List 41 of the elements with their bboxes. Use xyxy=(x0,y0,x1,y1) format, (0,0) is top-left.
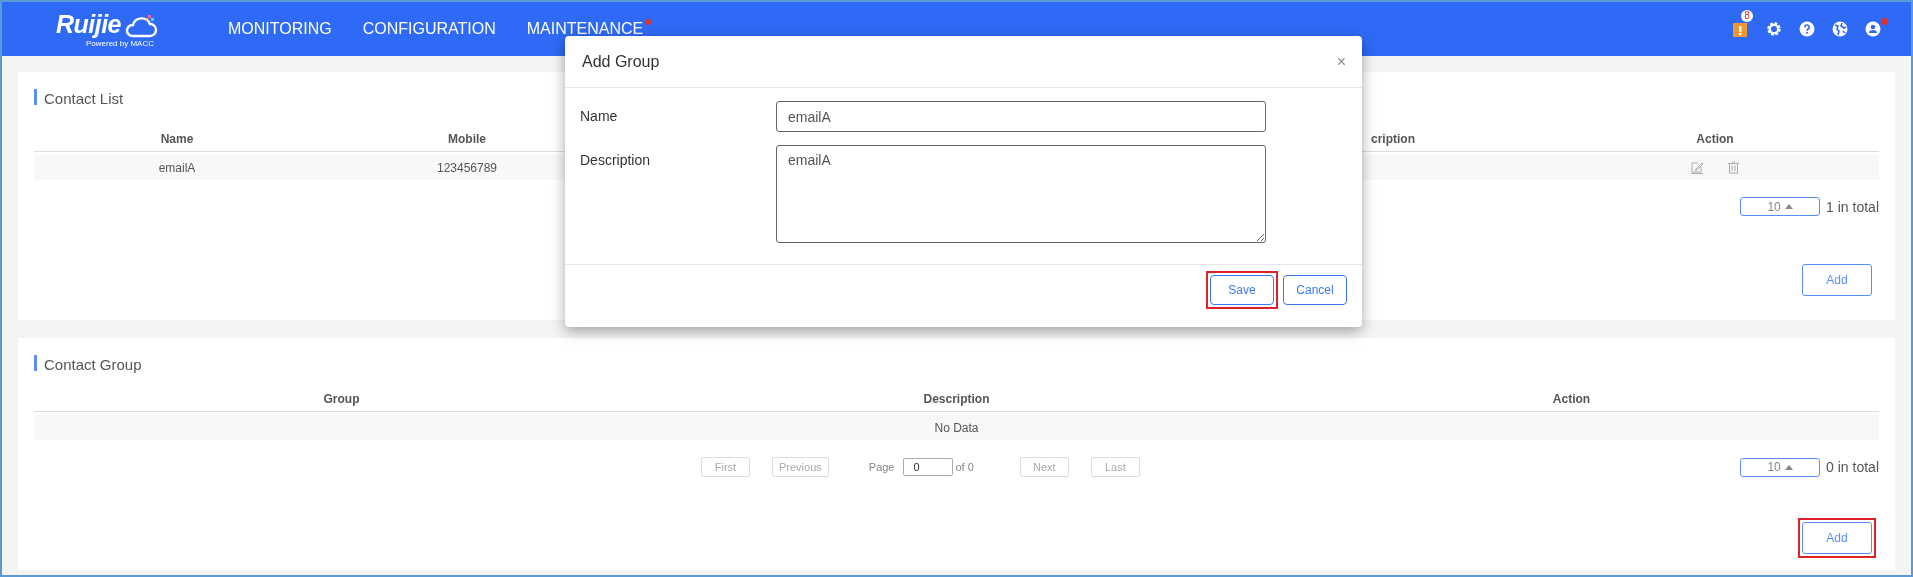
column-header: Description xyxy=(922,391,991,406)
column-header: cription xyxy=(1370,131,1416,146)
user-icon[interactable] xyxy=(1865,21,1881,37)
settings-icon[interactable] xyxy=(1766,21,1782,37)
description-field[interactable]: emailA xyxy=(776,145,1266,243)
page-count: of 0 xyxy=(955,461,974,473)
column-header: Name xyxy=(159,131,195,146)
caret-icon xyxy=(1784,464,1793,470)
caret-icon xyxy=(1784,204,1793,209)
total-count: 1 in total xyxy=(1826,198,1879,215)
nav-link[interactable]: CONFIGURATION xyxy=(362,20,496,38)
nav-link[interactable]: MONITORING xyxy=(228,20,332,38)
close-button[interactable]: × xyxy=(1336,52,1346,71)
add-button[interactable]: Add xyxy=(1802,522,1872,554)
dialog-button[interactable]: Save xyxy=(1210,275,1274,305)
notification-badge: 8 xyxy=(1741,10,1753,22)
logo-text: Ruijie xyxy=(55,10,121,39)
page-label: Page xyxy=(868,461,895,473)
dialog-button[interactable]: Cancel xyxy=(1283,275,1347,305)
logo-tagline: Powered by MACC xyxy=(85,39,154,48)
add-button[interactable]: Add xyxy=(1802,264,1872,296)
nav-link[interactable]: MAINTENANCE xyxy=(526,20,644,38)
table-cell-text: emailA xyxy=(157,160,197,175)
column-header: Mobile xyxy=(447,131,487,146)
cloud-logo-icon xyxy=(124,15,158,39)
page-size-select[interactable]: 10 xyxy=(1740,197,1821,216)
globe-icon[interactable] xyxy=(1832,21,1848,37)
column-header: Action xyxy=(1551,391,1592,406)
section-title: Contact Group xyxy=(34,338,1879,374)
help-icon[interactable] xyxy=(1799,21,1815,37)
total-count: 0 in total xyxy=(1826,459,1879,475)
alert-icon[interactable] xyxy=(1733,20,1749,38)
column-header: Group xyxy=(322,391,361,406)
column-header: Action xyxy=(1695,131,1735,146)
field-label: Name xyxy=(580,108,619,124)
dialog-title: Add Group xyxy=(582,52,660,71)
empty-message: No Data xyxy=(934,420,979,435)
field-label: Description xyxy=(580,152,652,168)
name-field[interactable]: emailA xyxy=(776,101,1266,132)
page-size-select[interactable]: 10 xyxy=(1740,457,1821,477)
page-number-field[interactable]: 0 xyxy=(902,458,953,476)
